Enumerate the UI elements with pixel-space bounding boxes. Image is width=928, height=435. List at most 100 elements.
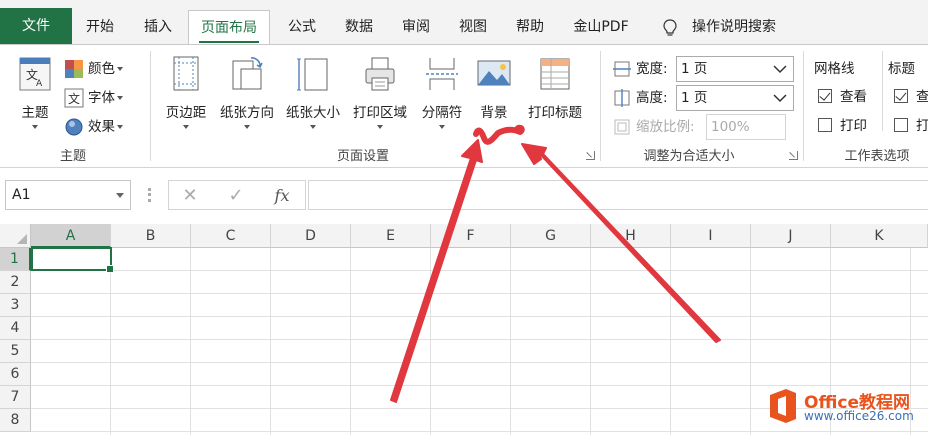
tab-wps-pdf[interactable]: 金山PDF — [564, 10, 638, 44]
row-header-7[interactable]: 7 — [0, 386, 31, 409]
width-arrows-icon — [613, 61, 631, 77]
row-header-3[interactable]: 3 — [0, 294, 31, 317]
tell-me-search[interactable]: 操作说明搜索 — [692, 10, 792, 44]
tab-help[interactable]: 帮助 — [508, 10, 552, 44]
print-titles-button[interactable]: 打印标题 — [520, 55, 590, 121]
font-icon: 文 — [64, 88, 84, 108]
page-setup-dialog-launcher[interactable] — [586, 151, 595, 160]
margins-button[interactable]: 页边距 — [160, 55, 212, 129]
theme-effects-label: 效果 — [88, 119, 115, 135]
theme-effects-button[interactable]: 效果 — [64, 115, 123, 139]
column-header-h[interactable]: H — [591, 224, 671, 248]
chevron-down-icon — [117, 96, 123, 100]
checkbox-checked-icon — [894, 89, 908, 103]
tab-data[interactable]: 数据 — [337, 10, 381, 44]
row-header-8[interactable]: 8 — [0, 409, 31, 432]
column-header-b[interactable]: B — [111, 224, 191, 248]
tab-insert[interactable]: 插入 — [136, 10, 180, 44]
svg-text:A: A — [36, 79, 43, 89]
column-header-k[interactable]: K — [831, 224, 928, 248]
height-label-text: 高度: — [636, 90, 668, 106]
column-header-i[interactable]: I — [671, 224, 751, 248]
headings-view-checkbox[interactable]: 查 — [894, 87, 928, 107]
scale-label-text: 缩放比例: — [636, 119, 695, 135]
column-header-a[interactable]: A — [31, 224, 111, 248]
chevron-down-icon — [377, 125, 383, 129]
headings-print-label: 打 — [916, 118, 928, 134]
tab-page-layout[interactable]: 页面布局 — [188, 10, 270, 45]
theme-colors-button[interactable]: 颜色 — [64, 57, 123, 81]
chevron-down-icon — [183, 125, 189, 129]
paper-size-icon — [297, 58, 328, 91]
name-box-value: A1 — [12, 187, 31, 203]
active-cell-a1[interactable] — [31, 247, 114, 273]
orientation-button[interactable]: 纸张方向 — [216, 55, 278, 129]
themes-label: 主题 — [21, 105, 49, 121]
gridlines-view-checkbox[interactable]: 查看 — [818, 87, 867, 107]
row-header-5[interactable]: 5 — [0, 340, 31, 363]
formula-input[interactable] — [308, 180, 928, 210]
themes-button[interactable]: 文 A 主题 — [12, 55, 58, 129]
headings-print-checkbox[interactable]: 打 — [894, 116, 928, 136]
gridlines-heading: 网格线 — [814, 61, 855, 77]
chevron-down-icon — [117, 125, 123, 129]
gridlines-view-label: 查看 — [840, 89, 867, 105]
row-header-4[interactable]: 4 — [0, 317, 31, 340]
group-separator — [803, 51, 804, 161]
name-box[interactable]: A1 — [5, 180, 131, 210]
width-select-value: 1 页 — [681, 61, 708, 77]
row-header-6[interactable]: 6 — [0, 363, 31, 386]
tab-formulas[interactable]: 公式 — [280, 10, 324, 44]
cancel-icon[interactable]: ✕ — [175, 183, 205, 209]
print-area-button[interactable]: 打印区域 — [348, 55, 412, 129]
group-separator — [882, 51, 883, 131]
tab-file[interactable]: 文件 — [0, 8, 72, 44]
column-header-e[interactable]: E — [351, 224, 431, 248]
select-all-button[interactable] — [0, 224, 31, 248]
scale-to-fit-dialog-launcher[interactable] — [789, 151, 798, 160]
row-header-1[interactable]: 1 — [0, 248, 31, 271]
formula-buttons: ✕ ✓ fx — [168, 180, 306, 210]
theme-fonts-label: 字体 — [88, 90, 115, 106]
checkbox-unchecked-icon — [894, 118, 908, 132]
orientation-icon — [232, 57, 263, 90]
effects-icon — [65, 118, 83, 136]
checkbox-unchecked-icon — [818, 118, 832, 132]
margins-label: 页边距 — [165, 105, 207, 121]
gridlines-print-checkbox[interactable]: 打印 — [818, 116, 867, 136]
chevron-down-icon — [773, 94, 787, 103]
column-header-d[interactable]: D — [271, 224, 351, 248]
margins-icon — [173, 56, 199, 91]
insert-function-icon[interactable]: fx — [267, 183, 297, 209]
breaks-button[interactable]: 分隔符 — [416, 55, 468, 129]
checkbox-checked-icon — [818, 89, 832, 103]
tab-view[interactable]: 视图 — [451, 10, 495, 44]
theme-fonts-button[interactable]: 文 字体 — [64, 86, 123, 110]
drag-handle-icon[interactable] — [148, 188, 151, 202]
page-break-icon — [426, 58, 458, 90]
headings-view-label: 查 — [916, 89, 928, 105]
theme-colors-label: 颜色 — [88, 61, 115, 77]
chevron-down-icon — [32, 125, 38, 129]
column-header-g[interactable]: G — [511, 224, 591, 248]
group-separator — [600, 51, 601, 161]
print-titles-label: 打印标题 — [528, 105, 582, 121]
width-select[interactable]: 1 页 — [676, 56, 794, 82]
tab-review[interactable]: 审阅 — [394, 10, 438, 44]
column-header-j[interactable]: J — [751, 224, 831, 248]
group-label-themes: 主题 — [59, 149, 86, 164]
column-header-f[interactable]: F — [431, 224, 511, 248]
printer-icon — [365, 57, 395, 91]
chevron-down-icon — [439, 125, 445, 129]
scale-spinner[interactable]: 100% — [706, 114, 786, 140]
row-header-2[interactable]: 2 — [0, 271, 31, 294]
background-button[interactable]: 背景 — [474, 55, 514, 121]
watermark: Office教程网 www.office26.com — [764, 385, 924, 429]
height-select[interactable]: 1 页 — [676, 85, 794, 111]
size-button[interactable]: 纸张大小 — [282, 55, 344, 129]
enter-icon[interactable]: ✓ — [221, 183, 251, 209]
breaks-label: 分隔符 — [421, 105, 463, 121]
column-header-c[interactable]: C — [191, 224, 271, 248]
print-titles-icon — [540, 58, 570, 90]
tab-home[interactable]: 开始 — [78, 10, 122, 44]
